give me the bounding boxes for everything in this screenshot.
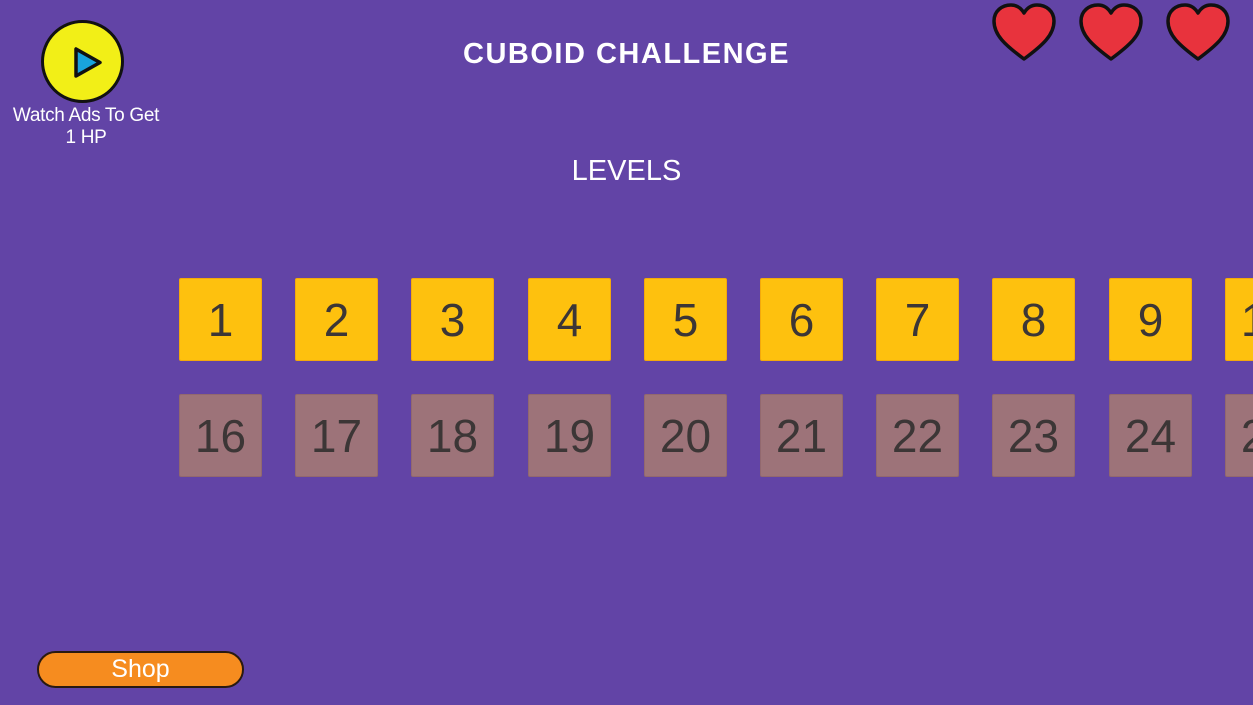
lives-indicator	[990, 3, 1253, 63]
heart-icon	[992, 3, 1056, 61]
ad-reward-caption: Watch Ads To Get 1 HP	[0, 105, 172, 149]
heart-icon	[1166, 3, 1230, 61]
level-tile-22[interactable]: 22	[876, 394, 959, 477]
level-tile-8[interactable]: 8	[992, 278, 1075, 361]
level-tile-5[interactable]: 5	[644, 278, 727, 361]
level-grid: 1234567891016171819202122232425	[0, 0, 1253, 705]
levels-heading: LEVELS	[571, 155, 682, 187]
level-tile-10[interactable]: 10	[1225, 278, 1253, 361]
level-tile-6[interactable]: 6	[760, 278, 843, 361]
level-tile-17[interactable]: 17	[295, 394, 378, 477]
level-tile-7[interactable]: 7	[876, 278, 959, 361]
level-tile-25[interactable]: 25	[1225, 394, 1253, 477]
heart-icon	[1079, 3, 1143, 61]
level-tile-1[interactable]: 1	[179, 278, 262, 361]
level-tile-9[interactable]: 9	[1109, 278, 1192, 361]
level-tile-21[interactable]: 21	[760, 394, 843, 477]
level-tile-16[interactable]: 16	[179, 394, 262, 477]
level-tile-2[interactable]: 2	[295, 278, 378, 361]
shop-button[interactable]: Shop	[37, 651, 244, 688]
level-tile-18[interactable]: 18	[411, 394, 494, 477]
level-tile-4[interactable]: 4	[528, 278, 611, 361]
level-tile-20[interactable]: 20	[644, 394, 727, 477]
ad-caption-line-1: Watch Ads To Get	[12, 105, 160, 126]
ad-caption-line-2: 1 HP	[65, 127, 107, 148]
level-tile-3[interactable]: 3	[411, 278, 494, 361]
level-tile-23[interactable]: 23	[992, 394, 1075, 477]
level-tile-24[interactable]: 24	[1109, 394, 1192, 477]
level-tile-19[interactable]: 19	[528, 394, 611, 477]
